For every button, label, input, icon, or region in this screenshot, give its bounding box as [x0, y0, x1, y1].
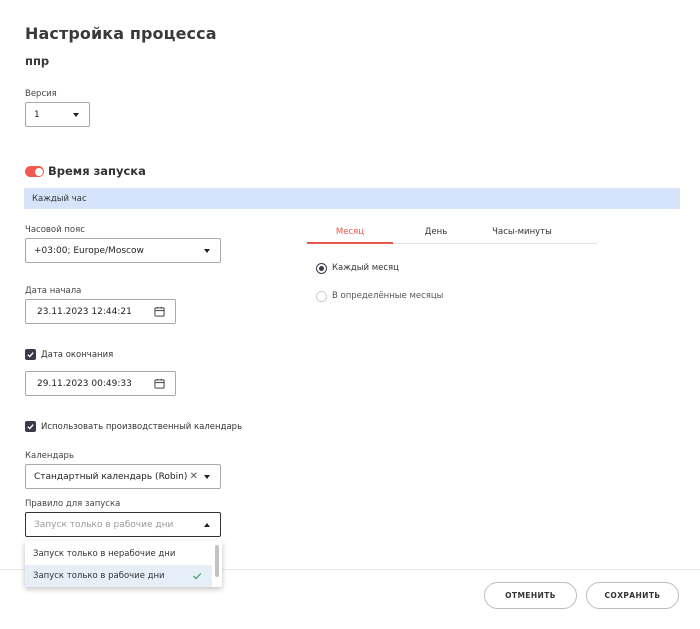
calendar-value: Стандартный календарь (Robin) — [34, 471, 188, 482]
timezone-select[interactable]: +03:00; Europe/Moscow — [25, 238, 221, 263]
schedule-summary-banner: Каждый час — [24, 188, 680, 209]
rule-select[interactable]: Запуск только в рабочие дни — [25, 512, 221, 537]
save-button[interactable]: СОХРАНИТЬ — [586, 582, 679, 609]
radio-dot — [319, 266, 324, 271]
radio-every-month[interactable] — [316, 263, 327, 274]
page-title: Настройка процесса — [25, 24, 217, 43]
radio-every-month-label: Каждый месяц — [332, 263, 399, 273]
calendar-select[interactable]: Стандартный календарь (Robin) ✕ — [25, 464, 221, 489]
chevron-up-icon — [204, 522, 210, 527]
process-name: ппр — [25, 54, 50, 68]
close-icon[interactable]: ✕ — [190, 471, 198, 482]
toggle-knob — [34, 167, 43, 176]
cancel-button[interactable]: ОТМЕНИТЬ — [484, 582, 577, 609]
rule-option-label: Запуск только в нерабочие дни — [33, 549, 176, 559]
start-date-value: 23.11.2023 12:44:21 — [37, 306, 132, 317]
version-select[interactable]: 1 — [25, 102, 90, 127]
rule-option-working[interactable]: Запуск только в рабочие дни — [25, 565, 212, 587]
rule-option-label: Запуск только в рабочие дни — [33, 571, 165, 581]
radio-specific-months[interactable] — [316, 291, 327, 302]
active-tab-indicator — [307, 242, 393, 244]
production-calendar-checkbox[interactable] — [25, 421, 36, 432]
end-date-input[interactable]: 29.11.2023 00:49:33 — [25, 371, 176, 396]
schedule-title: Время запуска — [48, 164, 146, 178]
timezone-label: Часовой пояс — [25, 225, 85, 235]
dropdown-scrollbar[interactable] — [215, 545, 219, 577]
tab-hours-minutes[interactable]: Часы-минуты — [479, 219, 565, 244]
tab-month[interactable]: Месяц — [307, 219, 393, 244]
timezone-value: +03:00; Europe/Moscow — [34, 245, 144, 256]
checkmark-icon — [193, 573, 202, 580]
chevron-down-icon — [73, 112, 79, 117]
radio-specific-months-label: В определённые месяцы — [332, 291, 444, 301]
rule-option-nonworking[interactable]: Запуск только в нерабочие дни — [25, 543, 212, 565]
rule-dropdown-list: Запуск только в нерабочие дни Запуск тол… — [25, 541, 222, 587]
version-value: 1 — [34, 109, 40, 120]
end-date-label: Дата окончания — [41, 350, 114, 360]
schedule-summary-text: Каждый час — [32, 193, 87, 204]
calendar-label: Календарь — [25, 451, 74, 461]
calendar-icon[interactable] — [154, 306, 165, 317]
rule-label: Правило для запуска — [25, 499, 121, 509]
chevron-down-icon — [204, 248, 210, 253]
calendar-icon[interactable] — [154, 378, 165, 389]
start-date-input[interactable]: 23.11.2023 12:44:21 — [25, 299, 176, 324]
chevron-down-icon — [204, 474, 210, 479]
end-date-value: 29.11.2023 00:49:33 — [37, 378, 132, 389]
version-label: Версия — [25, 89, 57, 99]
production-calendar-label: Использовать производственный календарь — [41, 422, 243, 432]
rule-placeholder: Запуск только в рабочие дни — [34, 519, 174, 530]
checkmark-icon — [27, 424, 34, 430]
schedule-tabs: Месяц День Часы-минуты — [307, 219, 597, 244]
tab-day[interactable]: День — [393, 219, 479, 244]
end-date-checkbox[interactable] — [25, 349, 36, 360]
checkmark-icon — [27, 352, 34, 358]
start-date-label: Дата начала — [25, 286, 82, 296]
schedule-toggle[interactable] — [25, 166, 44, 177]
